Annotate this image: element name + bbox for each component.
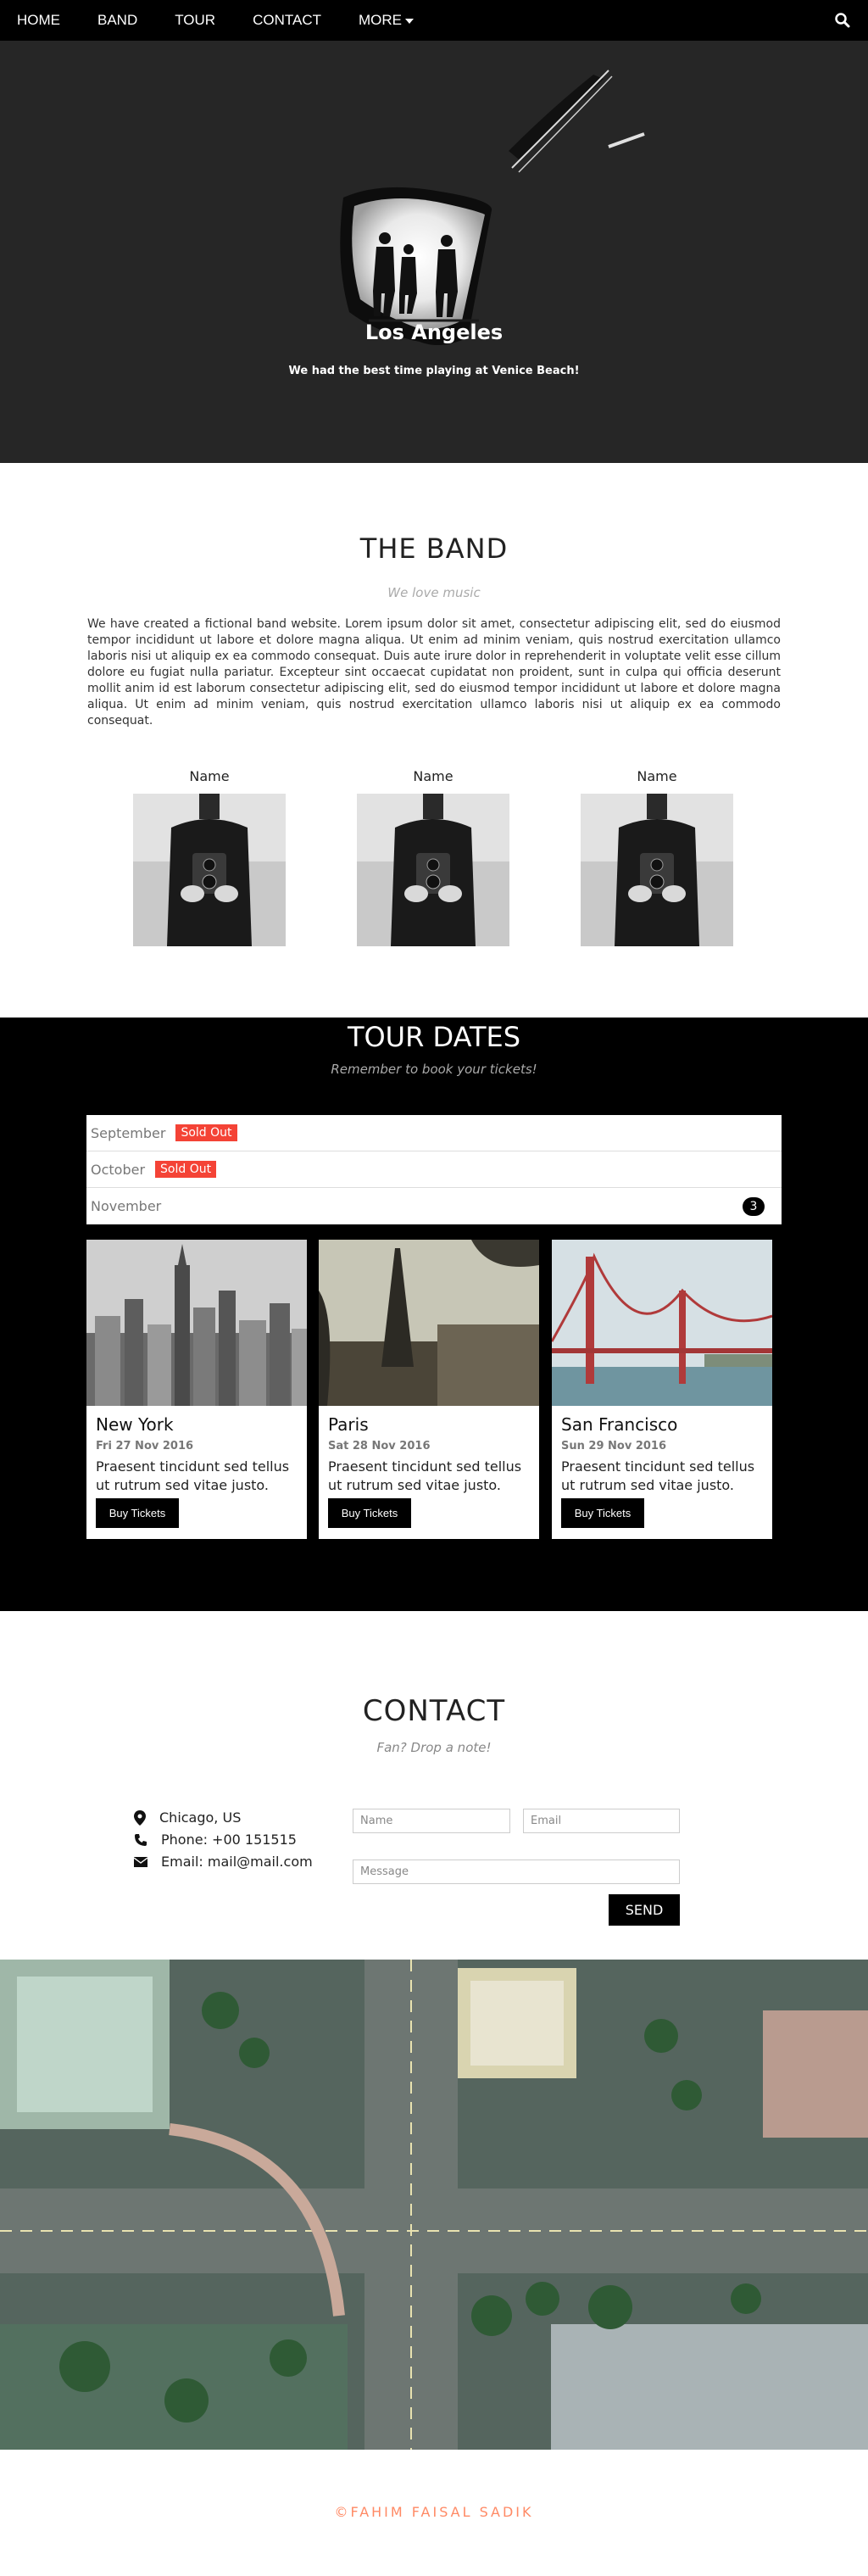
card-city: San Francisco — [561, 1414, 678, 1435]
tour-card-paris: Paris Sat 28 Nov 2016 Praesent tincidunt… — [319, 1240, 539, 1539]
month-label: September — [91, 1124, 166, 1141]
band-member-card: Name — [357, 768, 509, 946]
count-badge: 3 — [743, 1197, 765, 1216]
month-label: October — [91, 1161, 146, 1178]
hero-image — [0, 41, 868, 463]
contact-section-title: CONTACT — [362, 1694, 506, 1728]
band-tagline: We love music — [387, 585, 481, 600]
map-marker-icon — [134, 1809, 146, 1826]
envelope-icon — [134, 1856, 147, 1867]
nav-more-dropdown[interactable]: MORE — [340, 0, 432, 41]
card-date: Sun 29 Nov 2016 — [561, 1440, 667, 1452]
card-text: Praesent tincidunt sed tellus ut rutrum … — [328, 1458, 522, 1493]
footer-credit: ©FAHIM FAISAL SADIK — [334, 2504, 534, 2520]
card-date: Fri 27 Nov 2016 — [96, 1440, 194, 1452]
card-text: Praesent tincidunt sed tellus ut rutrum … — [561, 1458, 755, 1493]
tour-section-title: TOUR DATES — [347, 1021, 521, 1053]
tour-card-new-york: New York Fri 27 Nov 2016 Praesent tincid… — [86, 1240, 307, 1539]
band-section-title: THE BAND — [359, 532, 509, 565]
member-name: Name — [413, 768, 453, 784]
message-field[interactable] — [353, 1860, 680, 1884]
month-row-september[interactable]: September Sold Out — [86, 1115, 782, 1151]
nav-more-label: MORE — [359, 12, 402, 28]
contact-location: Chicago, US — [134, 1809, 241, 1826]
band-member-card: Name — [581, 768, 733, 946]
nav-band[interactable]: BAND — [79, 0, 156, 41]
member-photo[interactable] — [133, 794, 286, 946]
city-photo — [86, 1240, 307, 1406]
search-icon[interactable] — [834, 12, 851, 29]
email-text: Email: mail@mail.com — [161, 1854, 313, 1870]
band-member-card: Name — [133, 768, 286, 946]
month-row-november[interactable]: November 3 — [86, 1188, 782, 1224]
member-name: Name — [637, 768, 677, 784]
name-field[interactable] — [353, 1809, 510, 1833]
tour-tagline: Remember to book your tickets! — [331, 1062, 537, 1077]
sold-out-badge: Sold Out — [175, 1124, 237, 1141]
member-photo[interactable] — [357, 794, 509, 946]
nav-home[interactable]: HOME — [0, 0, 79, 41]
top-navbar: HOME BAND TOUR CONTACT MORE — [0, 0, 868, 41]
card-city: New York — [96, 1414, 174, 1435]
band-description: We have created a fictional band website… — [87, 617, 781, 728]
month-row-october[interactable]: October Sold Out — [86, 1151, 782, 1188]
phone-icon — [135, 1833, 147, 1846]
card-date: Sat 28 Nov 2016 — [328, 1440, 431, 1452]
card-text: Praesent tincidunt sed tellus ut rutrum … — [96, 1458, 290, 1493]
buy-tickets-button[interactable]: Buy Tickets — [328, 1498, 411, 1528]
hero-title: Los Angeles — [364, 321, 504, 344]
member-photo[interactable] — [581, 794, 733, 946]
hero-banner — [0, 41, 868, 463]
email-field[interactable] — [523, 1809, 680, 1833]
sold-out-badge: Sold Out — [155, 1161, 217, 1178]
nav-tour[interactable]: TOUR — [156, 0, 234, 41]
city-photo — [552, 1240, 772, 1406]
tour-months-list: September Sold Out October Sold Out Nove… — [86, 1115, 782, 1224]
location-text: Chicago, US — [159, 1809, 242, 1826]
contact-phone: Phone: +00 151515 — [134, 1832, 297, 1848]
contact-email: Email: mail@mail.com — [134, 1854, 313, 1870]
send-button[interactable]: SEND — [609, 1894, 680, 1926]
contact-tagline: Fan? Drop a note! — [376, 1740, 492, 1755]
buy-tickets-button[interactable]: Buy Tickets — [561, 1498, 644, 1528]
tour-card-san-francisco: San Francisco Sun 29 Nov 2016 Praesent t… — [552, 1240, 772, 1539]
city-photo — [319, 1240, 539, 1406]
buy-tickets-button[interactable]: Buy Tickets — [96, 1498, 179, 1528]
nav-contact[interactable]: CONTACT — [234, 0, 340, 41]
caret-down-icon — [405, 18, 414, 24]
phone-text: Phone: +00 151515 — [161, 1832, 297, 1848]
hero-subtitle: We had the best time playing at Venice B… — [288, 365, 580, 377]
member-name: Name — [189, 768, 230, 784]
card-city: Paris — [328, 1414, 369, 1435]
city-aerial-image — [0, 1960, 868, 2450]
month-label: November — [91, 1198, 162, 1214]
